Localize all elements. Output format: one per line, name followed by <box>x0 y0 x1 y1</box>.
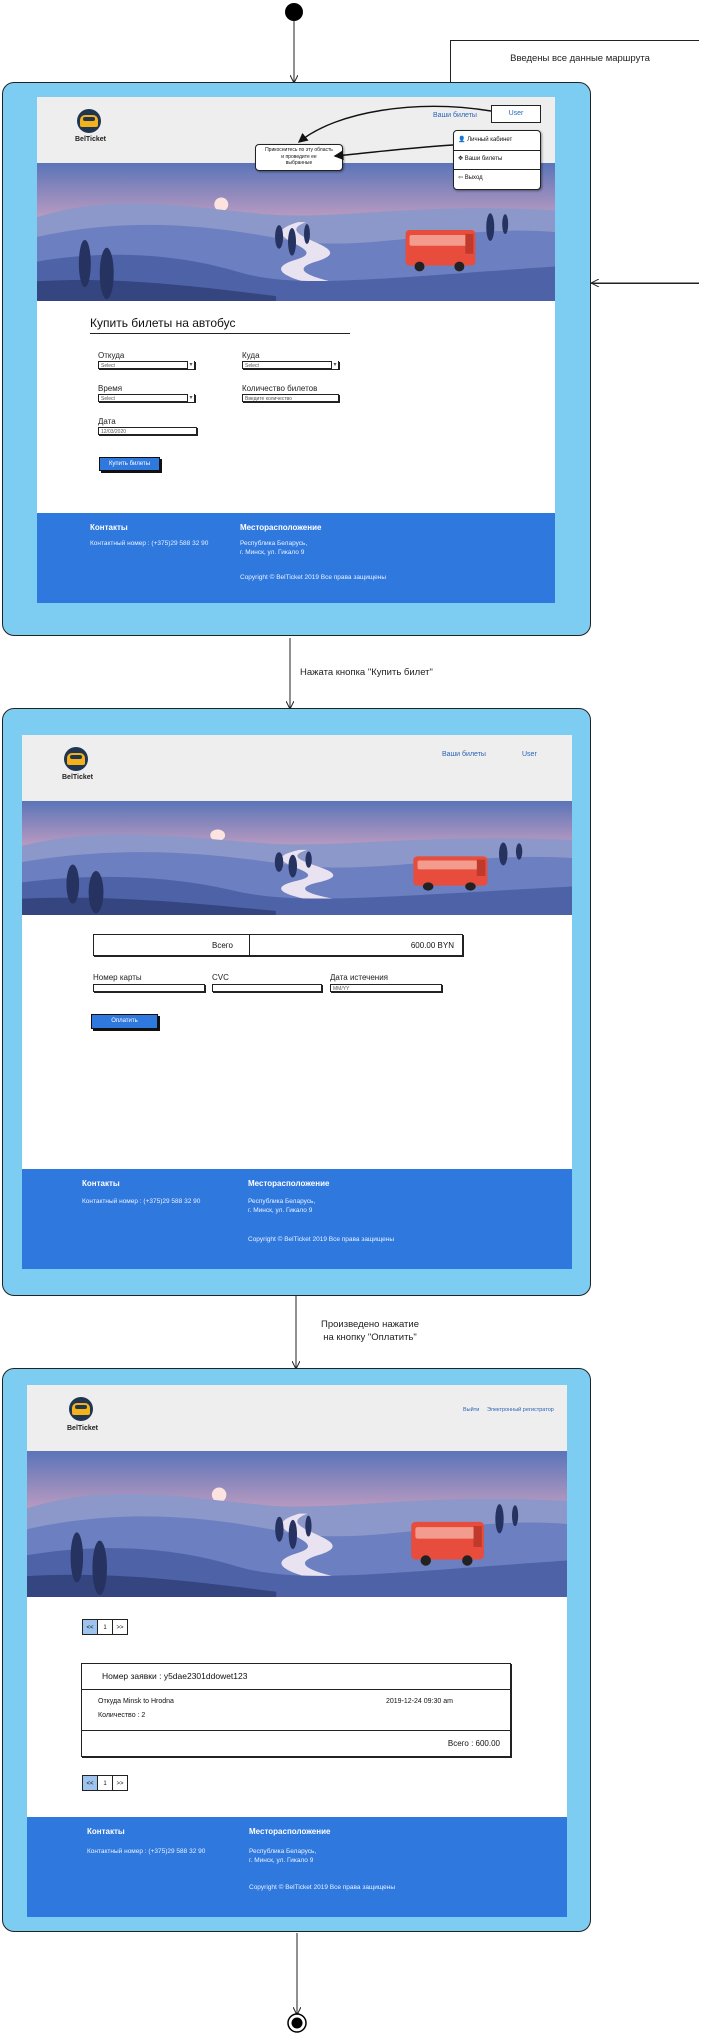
footer-contacts-text: Контактный номер : (+375)29 588 32 90 <box>82 1198 201 1205</box>
nav-user[interactable]: User <box>522 751 537 758</box>
hero-landscape <box>22 801 572 915</box>
screen-payment: BelTicket Ваши билеты User Всего 600.00 … <box>22 735 572 1269</box>
hint-arrows <box>297 105 492 161</box>
logo-icon <box>64 747 88 771</box>
footer-location-text: Республика Беларусь, г. Минск, ул. Гикал… <box>249 1848 317 1864</box>
guard-note-text: Введены все данные маршрута <box>510 53 650 64</box>
to-label: Куда <box>242 351 260 360</box>
card-number-label: Номер карты <box>93 973 142 982</box>
ticket-route: Откуда Minsk to Hrodna <box>98 1698 174 1705</box>
time-label: Время <box>98 384 123 393</box>
page-prev[interactable]: << <box>82 1619 98 1635</box>
sun <box>211 1487 227 1503</box>
site-header: BelTicket Ваши билеты User <box>22 735 572 801</box>
screen-my-tickets: BelTicket Выйти Электронный регистратор … <box>27 1385 567 1917</box>
state-my-tickets: BelTicket Выйти Электронный регистратор … <box>2 1368 591 1932</box>
page-next[interactable]: >> <box>112 1775 128 1791</box>
site-footer: Контакты Контактный номер : (+375)29 588… <box>22 1169 572 1269</box>
footer-contacts-title: Контакты <box>87 1827 125 1836</box>
from-label: Откуда <box>98 351 125 360</box>
footer-copyright: Copyright © BelTicket 2019 Все права защ… <box>240 574 387 581</box>
nav-your-tickets[interactable]: Ваши билеты <box>442 751 486 758</box>
sun <box>210 829 226 841</box>
nav-account[interactable]: Электронный регистратор <box>487 1407 554 1413</box>
state-buy-form: BelTicket Ваши билеты User Прикоснитесь … <box>2 82 591 636</box>
form-title: Купить билеты на автобус <box>90 316 236 330</box>
total-value: 600.00 BYN <box>410 941 454 950</box>
card-number-input[interactable] <box>93 984 205 992</box>
form-title-rule <box>90 333 350 334</box>
footer-contacts-text: Контактный номер : (+375)29 588 32 90 <box>87 1848 206 1855</box>
transition-label-buy: Нажата кнопка "Купить билет" <box>300 667 433 678</box>
expiry-input[interactable]: MM/YY <box>330 984 442 992</box>
total-label: Всего <box>212 941 233 950</box>
cvc-label: CVC <box>212 973 229 982</box>
initial-node <box>285 3 303 21</box>
total-box: Всего 600.00 BYN <box>93 934 463 956</box>
final-node <box>287 2013 307 2033</box>
footer-copyright: Copyright © BelTicket 2019 Все права защ… <box>248 1236 395 1243</box>
pay-button[interactable]: Оплатить <box>91 1014 158 1029</box>
pagination-top: << 1 >> <box>82 1619 128 1635</box>
site-header: BelTicket Выйти Электронный регистратор <box>27 1385 567 1451</box>
buy-tickets-button[interactable]: Купить билеты <box>99 457 160 471</box>
ticket-datetime: 2019-12-24 09:30 am <box>386 1698 453 1705</box>
time-select[interactable]: Select <box>98 394 195 402</box>
count-input[interactable]: Введите количество <box>242 394 339 402</box>
cvc-input[interactable] <box>212 984 322 992</box>
footer-location-title: Месторасположение <box>249 1827 331 1836</box>
ticket-total: Всего : 600.00 <box>447 1739 500 1748</box>
site-footer: Контакты Контактный номер : (+375)29 588… <box>27 1817 567 1917</box>
logo-text: BelTicket <box>62 774 93 781</box>
bus <box>413 856 488 891</box>
footer-copyright: Copyright © BelTicket 2019 Все права защ… <box>249 1884 396 1891</box>
date-input[interactable]: 12/03/2020 <box>98 427 197 435</box>
state-payment: BelTicket Ваши билеты User Всего 600.00 … <box>2 708 591 1296</box>
to-select[interactable]: Select <box>242 361 339 369</box>
footer-location-text: Республика Беларусь, г. Минск, ул. Гикал… <box>248 1198 316 1214</box>
bus <box>405 230 476 272</box>
count-label: Количество билетов <box>242 384 318 393</box>
footer-location-title: Месторасположение <box>248 1179 330 1188</box>
sun <box>214 197 229 212</box>
ticket-card: Номер заявки : y5dae2301ddowet123 Откуда… <box>81 1663 511 1757</box>
page-prev[interactable]: << <box>82 1775 98 1791</box>
logo-text: BelTicket <box>67 1425 98 1432</box>
site-footer: Контакты Контактный номер : (+375)29 588… <box>37 513 555 603</box>
from-select[interactable]: Select <box>98 361 195 369</box>
expiry-label: Дата истечения <box>330 973 388 982</box>
pagination-bottom: << 1 >> <box>82 1775 128 1791</box>
page-1[interactable]: 1 <box>97 1775 113 1791</box>
logo-icon <box>69 1397 93 1421</box>
screen-buy-form: BelTicket Ваши билеты User Прикоснитесь … <box>37 97 555 603</box>
ticket-number: Номер заявки : y5dae2301ddowet123 <box>102 1671 248 1681</box>
page-next[interactable]: >> <box>112 1619 128 1635</box>
hero-landscape <box>27 1451 567 1597</box>
bus <box>411 1521 484 1566</box>
footer-location-text: Республика Беларусь, г. Минск, ул. Гикал… <box>240 540 308 556</box>
footer-contacts-title: Контакты <box>82 1179 120 1188</box>
ticket-count: Количество : 2 <box>98 1712 146 1719</box>
footer-contacts-title: Контакты <box>90 523 128 532</box>
nav-logout[interactable]: Выйти <box>463 1407 479 1413</box>
transition-label-pay: Произведено нажатие на кнопку "Оплатить" <box>321 1319 419 1343</box>
footer-location-title: Месторасположение <box>240 523 322 532</box>
footer-contacts-text: Контактный номер : (+375)29 588 32 90 <box>90 540 209 547</box>
page-1[interactable]: 1 <box>97 1619 113 1635</box>
date-label: Дата <box>98 417 116 426</box>
